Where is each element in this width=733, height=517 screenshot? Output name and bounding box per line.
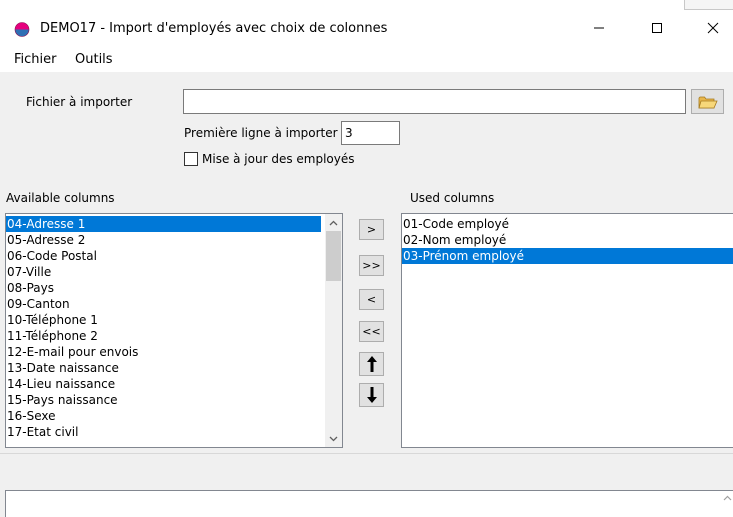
title-bar: DEMO17 - Import d'employés avec choix de… — [0, 0, 733, 46]
import-window: DEMO17 - Import d'employés avec choix de… — [0, 0, 733, 517]
menu-outils[interactable]: Outils — [75, 52, 113, 67]
scroll-thumb[interactable] — [326, 231, 341, 281]
chevron-up-icon — [329, 220, 338, 225]
remove-column-button[interactable]: < — [359, 289, 384, 310]
list-item[interactable]: 06-Code Postal — [6, 248, 321, 264]
list-item[interactable]: 07-Ville — [6, 264, 321, 280]
list-item[interactable]: 14-Lieu naissance — [6, 376, 321, 392]
list-item[interactable]: 04-Adresse 1 — [6, 216, 321, 232]
first-line-label: Première ligne à importer — [184, 126, 338, 140]
used-columns-items: 01-Code employé 02-Nom employé 03-Prénom e… — [402, 216, 733, 264]
move-up-button[interactable] — [359, 352, 384, 376]
minimize-icon — [594, 27, 604, 29]
update-employees-checkbox[interactable] — [184, 152, 198, 166]
app-logo-icon — [14, 22, 30, 37]
list-item[interactable]: 02-Nom employé — [402, 232, 733, 248]
maximize-icon — [652, 23, 662, 33]
move-down-button[interactable] — [359, 383, 384, 407]
list-item[interactable]: 16-Sexe — [6, 408, 321, 424]
update-employees-label: Mise à jour des employés — [202, 152, 355, 166]
menu-fichier[interactable]: Fichier — [14, 52, 57, 67]
available-columns-items: 04-Adresse 1 05-Adresse 2 06-Code Postal 07… — [6, 216, 321, 440]
arrow-up-icon — [366, 356, 377, 372]
list-item[interactable]: 09-Canton — [6, 296, 321, 312]
maximize-button[interactable] — [634, 10, 680, 46]
chevron-down-icon — [329, 436, 338, 441]
list-item[interactable]: 05-Adresse 2 — [6, 232, 321, 248]
list-item[interactable]: 08-Pays — [6, 280, 321, 296]
scroll-up-button[interactable] — [325, 214, 342, 231]
log-memo[interactable] — [5, 490, 733, 517]
available-columns-label: Available columns — [6, 191, 115, 205]
list-item[interactable]: 13-Date naissance — [6, 360, 321, 376]
available-columns-scrollbar[interactable] — [325, 214, 342, 447]
background-window-corner — [684, 0, 733, 10]
list-item[interactable]: 03-Prénom employé — [402, 248, 733, 264]
used-columns-list[interactable]: 01-Code employé 02-Nom employé 03-Prénom e… — [401, 213, 733, 448]
list-item[interactable]: 10-Téléphone 1 — [6, 312, 321, 328]
file-path-input[interactable] — [183, 89, 686, 114]
menu-bar: Fichier Outils — [0, 46, 733, 72]
used-columns-label: Used columns — [410, 191, 495, 205]
minimize-button[interactable] — [576, 10, 622, 46]
separator — [0, 453, 733, 454]
folder-open-icon — [697, 96, 718, 108]
close-button[interactable] — [690, 10, 733, 46]
list-item[interactable]: 17-Etat civil — [6, 424, 321, 440]
arrow-down-icon — [366, 387, 377, 403]
add-all-columns-button[interactable]: >> — [359, 255, 384, 276]
add-column-button[interactable]: > — [359, 219, 384, 240]
available-columns-list[interactable]: 04-Adresse 1 05-Adresse 2 06-Code Postal 07… — [5, 213, 343, 448]
browse-file-button[interactable] — [691, 89, 724, 114]
close-icon — [707, 22, 719, 34]
first-line-input[interactable] — [341, 121, 400, 145]
file-to-import-label: Fichier à importer — [26, 95, 133, 109]
chevron-up-icon[interactable] — [723, 495, 732, 501]
list-item[interactable]: 12-E-mail pour envois — [6, 344, 321, 360]
window-title: DEMO17 - Import d'employés avec choix de… — [40, 21, 388, 36]
list-item[interactable]: 11-Téléphone 2 — [6, 328, 321, 344]
remove-all-columns-button[interactable]: << — [359, 321, 384, 342]
list-item[interactable]: 15-Pays naissance — [6, 392, 321, 408]
scroll-down-button[interactable] — [325, 430, 342, 447]
list-item[interactable]: 01-Code employé — [402, 216, 733, 232]
